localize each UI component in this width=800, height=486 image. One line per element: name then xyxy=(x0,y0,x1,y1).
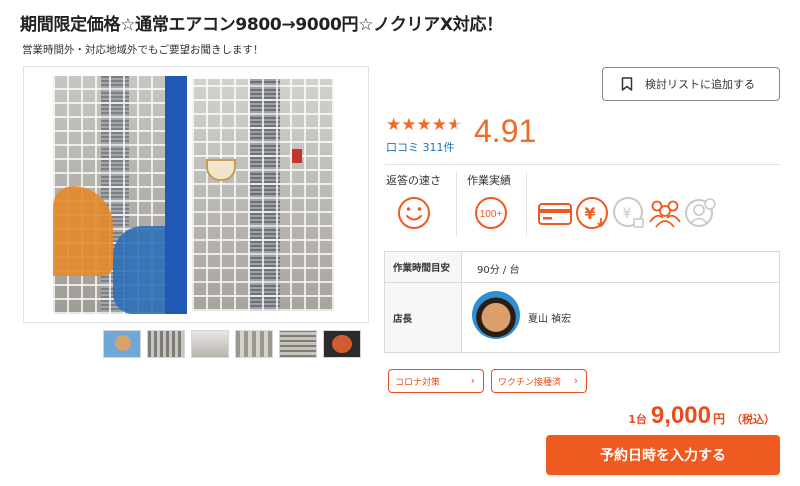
thumbnail[interactable] xyxy=(323,330,361,358)
work-time-header: 作業時間目安 xyxy=(385,252,462,282)
chevron-right-icon: › xyxy=(470,374,475,387)
manager-name[interactable]: 夏山 禎宏 xyxy=(528,310,571,325)
tag-label: コロナ対策 xyxy=(395,377,441,388)
avatar[interactable] xyxy=(472,291,520,339)
photo-filter-right xyxy=(192,79,334,311)
table-row: 作業時間目安 90分 / 台 xyxy=(385,252,779,283)
thumbnail[interactable] xyxy=(191,330,229,358)
yen-transfer-icon: ¥ xyxy=(576,197,608,229)
chevron-right-icon: › xyxy=(573,374,578,387)
divider xyxy=(385,164,780,165)
work-time-value: 90分 / 台 xyxy=(477,265,520,276)
thumbnail[interactable] xyxy=(279,330,317,358)
main-photo[interactable] xyxy=(23,66,369,323)
divider xyxy=(526,172,527,236)
price: 1台 9,000 円 （税込） xyxy=(600,402,775,430)
credit-card-icon xyxy=(538,203,572,225)
price-unit: 1台 xyxy=(628,413,647,426)
page-title: 期間限定価格☆通常エアコン9800→9000円☆ノクリアX対応！ xyxy=(20,15,503,35)
bookmark-icon xyxy=(621,77,633,91)
consultation-icon xyxy=(685,198,716,227)
work-record-label: 作業実績 xyxy=(467,174,511,187)
add-to-list-button[interactable]: 検討リストに追加する xyxy=(602,67,780,101)
work-record-badge: 100+ xyxy=(480,209,503,220)
thumbnail[interactable] xyxy=(235,330,273,358)
smile-icon xyxy=(398,197,430,229)
page-subtitle: 営業時間外・対応地域外でもご要望お聞きします！ xyxy=(22,44,264,56)
group-icon xyxy=(649,200,681,228)
tag-corona-measures[interactable]: コロナ対策 › xyxy=(388,369,484,393)
thumbnail[interactable] xyxy=(103,330,141,358)
table-row: 店長 夏山 禎宏 xyxy=(385,283,779,352)
price-amount: 9,000 xyxy=(650,402,711,429)
thumbnail[interactable] xyxy=(147,330,185,358)
response-speed-label: 返答の速さ xyxy=(386,174,441,187)
svg-text:¥: ¥ xyxy=(623,206,632,222)
price-tax: （税込） xyxy=(731,413,775,426)
divider xyxy=(456,172,457,236)
photo-filter-left xyxy=(53,76,187,314)
tag-vaccinated[interactable]: ワクチン接種済 › xyxy=(491,369,587,393)
star-half-icon: ★ xyxy=(447,115,463,135)
add-to-list-label: 検討リストに追加する xyxy=(645,78,755,91)
yen-lock-icon: ¥ xyxy=(613,197,644,228)
rating-stars: ★ ★ ★ ★ ★ xyxy=(386,117,462,134)
tag-label: ワクチン接種済 xyxy=(498,377,562,388)
manager-header: 店長 xyxy=(385,283,462,352)
price-currency: 円 xyxy=(712,412,725,426)
star-icon: ★ xyxy=(416,115,432,135)
shop-info-table: 作業時間目安 90分 / 台 店長 夏山 禎宏 xyxy=(384,251,780,353)
reviews-link[interactable]: 口コミ 311件 xyxy=(386,139,455,155)
star-icon: ★ xyxy=(386,115,402,135)
svg-text:¥: ¥ xyxy=(584,204,595,223)
reserve-datetime-button[interactable]: 予約日時を入力する xyxy=(546,435,780,475)
thumbnail-strip xyxy=(103,330,361,358)
rating-value: 4.91 xyxy=(474,113,537,149)
star-icon: ★ xyxy=(431,115,447,135)
star-icon: ★ xyxy=(401,115,417,135)
work-record-badge-icon: 100+ xyxy=(475,197,507,229)
